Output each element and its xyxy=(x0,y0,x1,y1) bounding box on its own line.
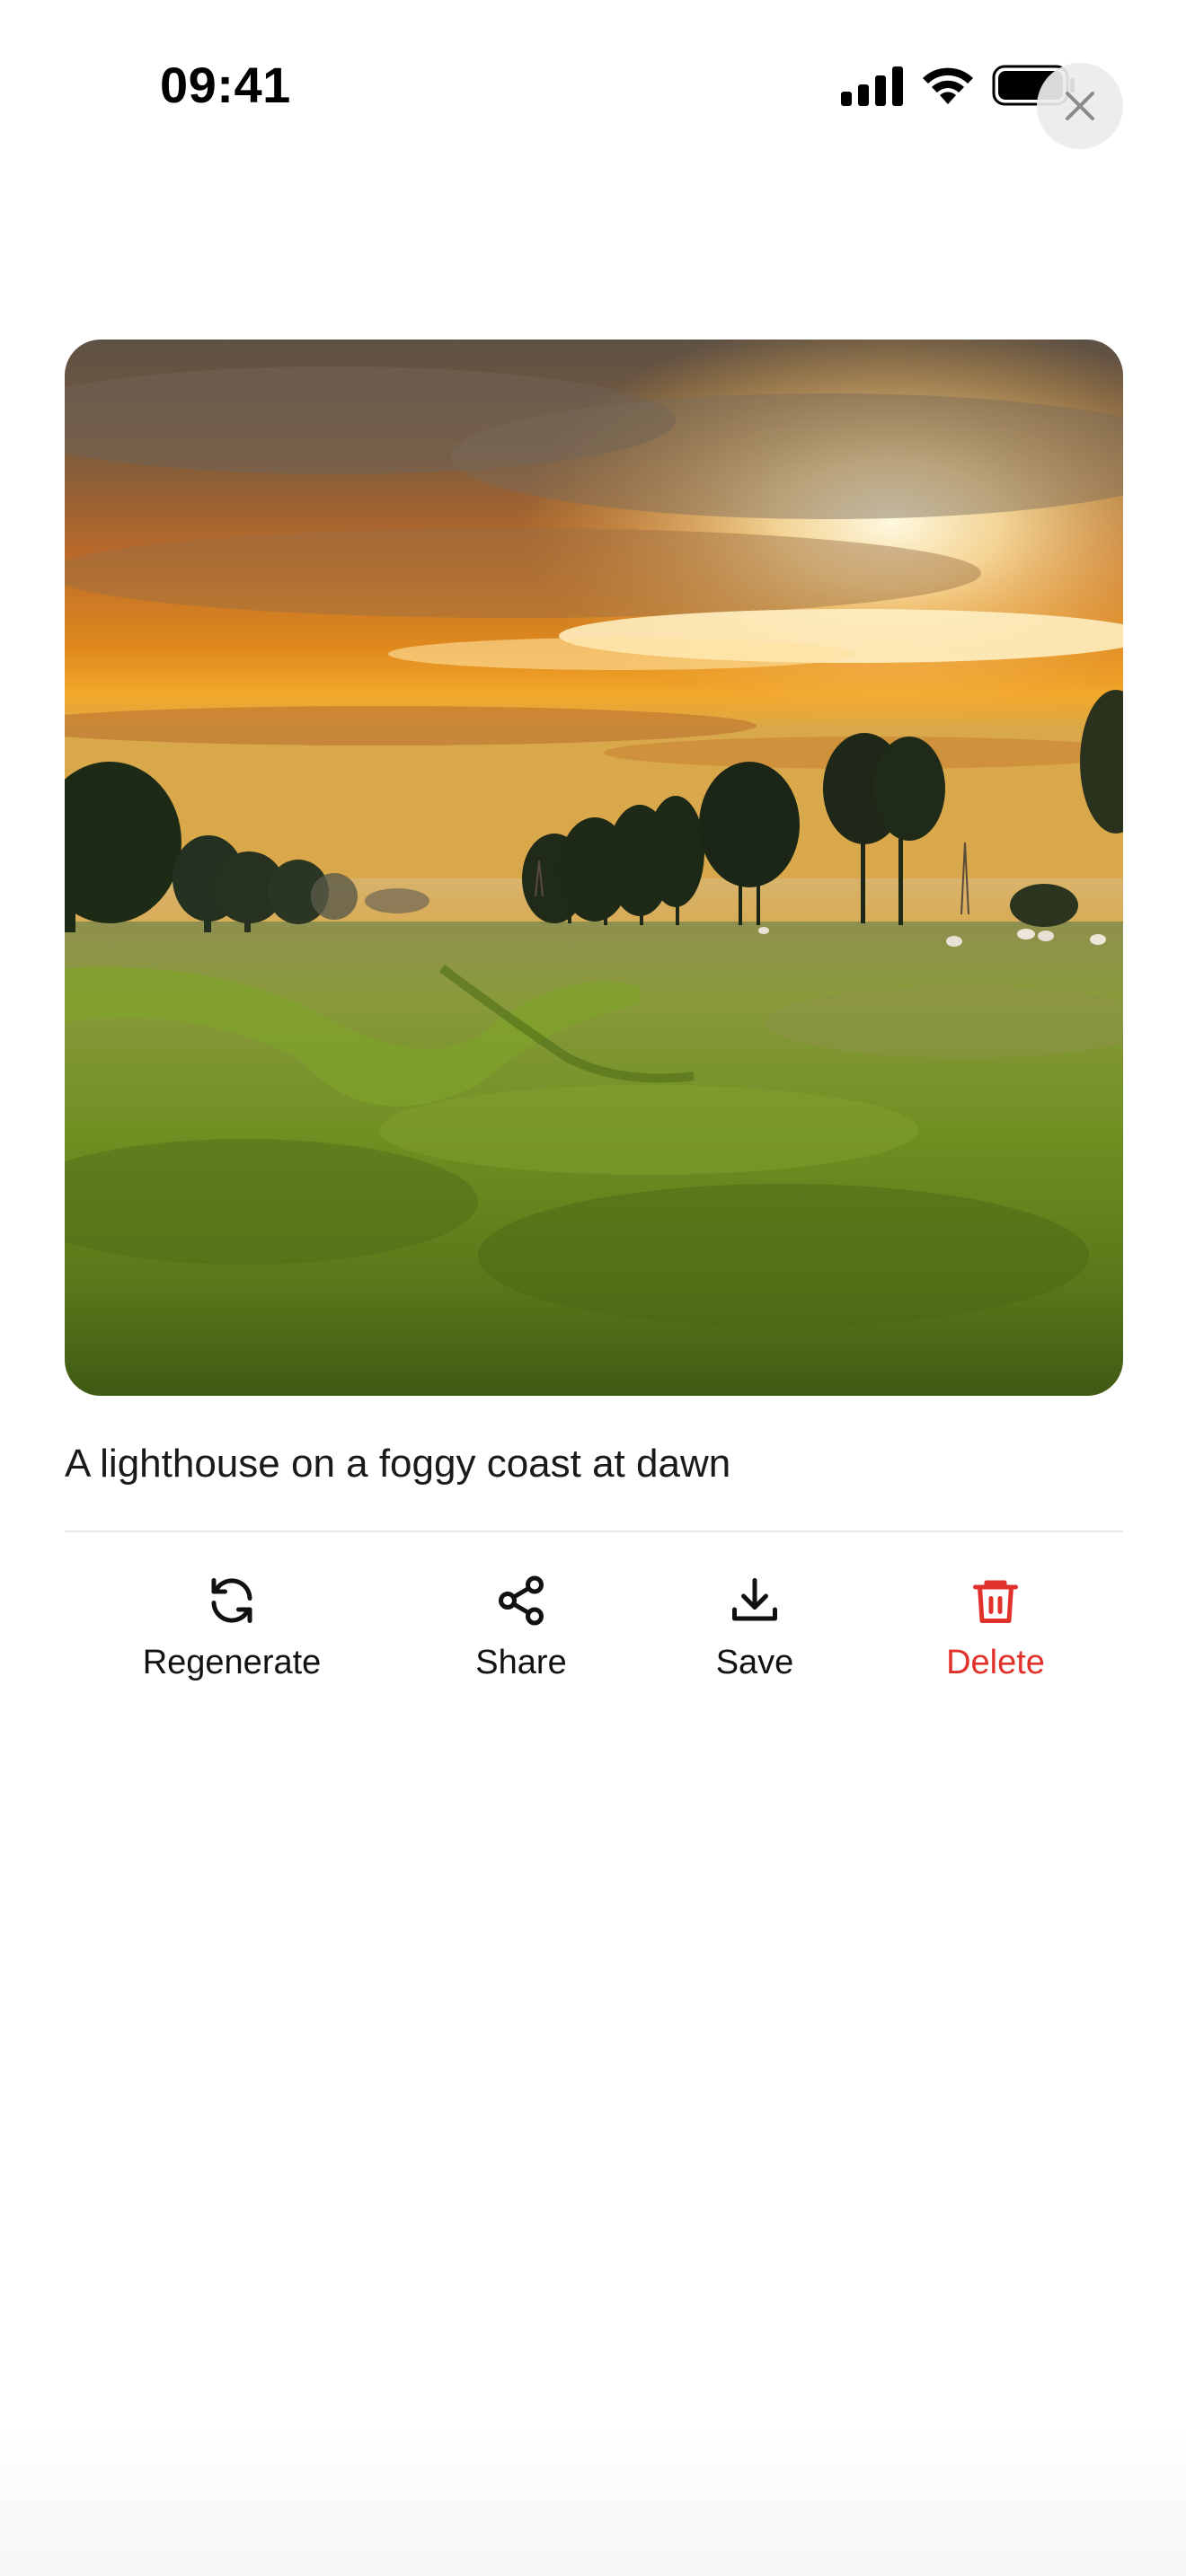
close-icon xyxy=(1066,92,1094,120)
regenerate-button[interactable]: Regenerate xyxy=(115,1574,349,1682)
status-time: 09:41 xyxy=(160,57,291,113)
prompt-text: A lighthouse on a foggy coast at dawn xyxy=(65,1442,731,1486)
download-icon xyxy=(732,1578,777,1621)
trash-icon xyxy=(973,1580,1018,1623)
generated-image[interactable] xyxy=(65,340,1123,1396)
share-icon xyxy=(499,1575,544,1626)
save-button[interactable]: Save xyxy=(638,1574,872,1682)
wifi-icon xyxy=(923,67,973,104)
save-label: Save xyxy=(715,1644,794,1681)
share-button[interactable]: Share xyxy=(404,1574,638,1682)
share-label: Share xyxy=(475,1644,567,1681)
divider xyxy=(65,1531,1123,1532)
close-button[interactable] xyxy=(1037,63,1123,149)
status-bar: 09:41 xyxy=(0,0,1186,180)
landscape-image xyxy=(65,340,1123,1396)
delete-label: Delete xyxy=(946,1644,1045,1681)
action-bar: Regenerate Share Save Delete xyxy=(0,1574,1186,1690)
image-detail-screen: 09:41 A lighthouse on a foggy coast at d… xyxy=(0,0,1186,2576)
cellular-signal-icon xyxy=(841,66,903,106)
regenerate-label: Regenerate xyxy=(142,1644,322,1681)
refresh-icon xyxy=(211,1578,252,1623)
delete-button[interactable]: Delete xyxy=(879,1574,1112,1682)
